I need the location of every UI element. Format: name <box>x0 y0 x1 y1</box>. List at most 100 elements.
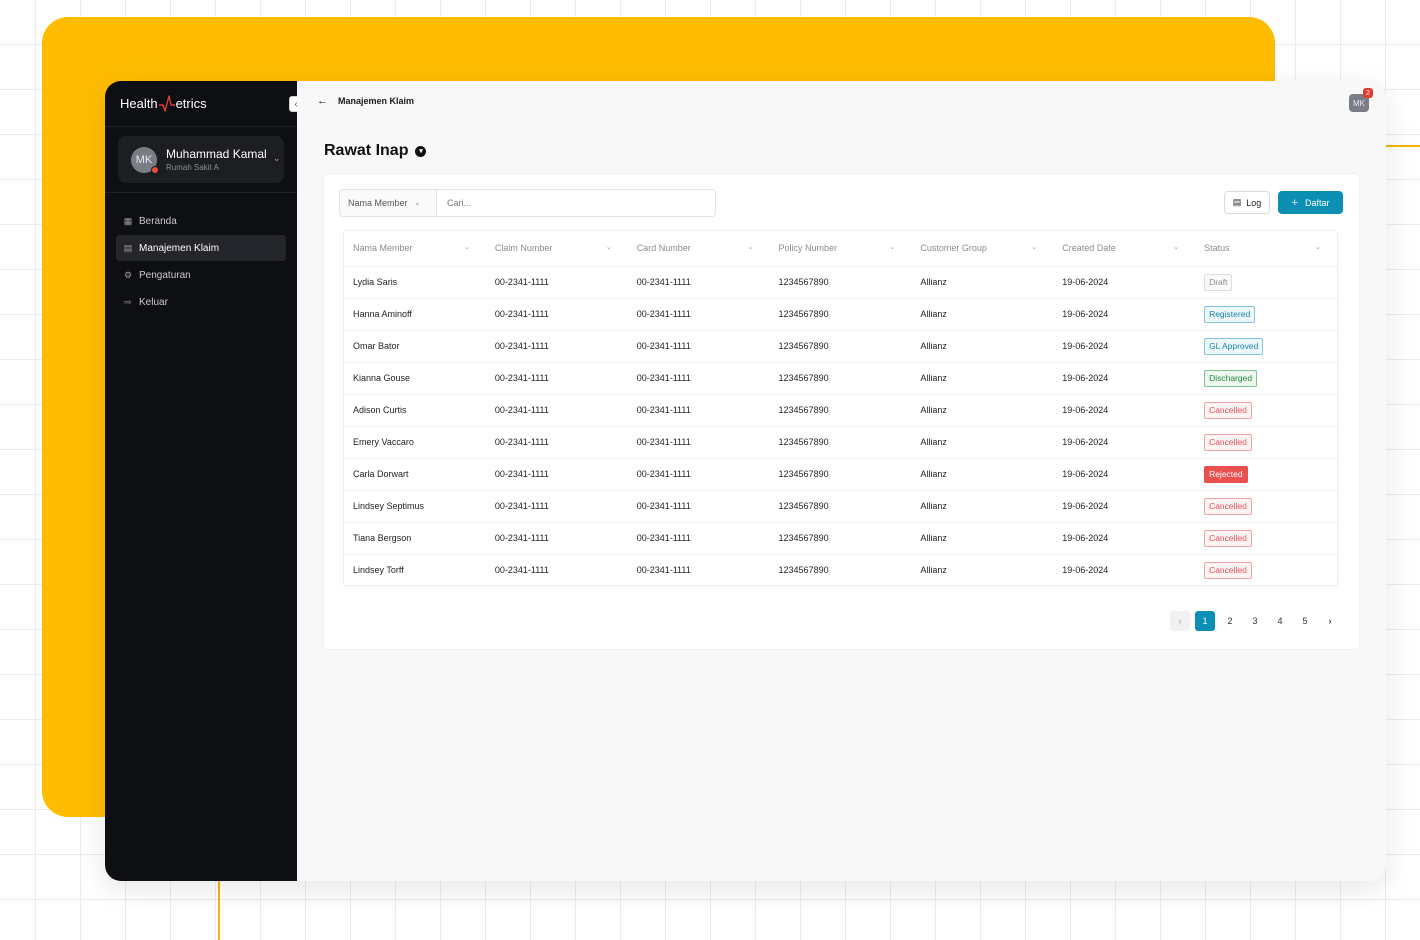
status-badge: Cancelled <box>1204 401 1252 419</box>
table-row[interactable]: Adison Curtis 00-2341-1111 00-2341-1111 123… <box>344 394 1337 427</box>
cell-status: Cancelled <box>1195 490 1337 523</box>
logo-text-prefix: Health <box>120 96 158 111</box>
cell-created-date: 19-06-2024 <box>1053 490 1196 523</box>
cell-card-number: 00-2341-1111 <box>627 330 770 363</box>
status-badge: Registered <box>1204 305 1256 323</box>
sidebar-item-label: Keluar <box>139 296 168 308</box>
table-header-row: Nama Member ⌄ Claim Number ⌄ Card Number ⌄ … <box>344 231 1337 267</box>
cell-status: Cancelled <box>1195 426 1337 459</box>
table-row[interactable]: Kianna Gouse 00-2341-1111 00-2341-1111 1234… <box>344 362 1337 395</box>
avatar-initials: MK <box>1353 98 1365 108</box>
column-header-claim-number[interactable]: Claim Number ⌄ <box>485 231 628 267</box>
page-title[interactable]: Rawat Inap ▾ <box>324 142 427 160</box>
app-logo[interactable]: Health etrics <box>105 81 297 127</box>
column-header-customer-group[interactable]: Customer Group ⌄ <box>911 231 1054 267</box>
gear-icon: ⚙ <box>123 269 133 280</box>
sidebar-item-beranda[interactable]: ▦ Beranda <box>116 208 286 234</box>
cell-card-number: 00-2341-1111 <box>627 426 770 459</box>
cell-claim-number: 00-2341-1111 <box>485 298 628 331</box>
pagination-prev-button[interactable]: ‹ <box>1170 611 1190 631</box>
user-profile-card[interactable]: MK Muhammad Kamal Rumah Sakit A ⌄ <box>118 136 284 183</box>
sidebar-item-manajemen-klaim[interactable]: ▤ Manajemen Klaim <box>116 235 286 261</box>
table-row[interactable]: Lindsey Torff 00-2341-1111 00-2341-1111 123… <box>344 554 1337 585</box>
cell-policy-number: 1234567890 <box>769 362 912 395</box>
search-input[interactable] <box>436 189 716 217</box>
pagination-page-5[interactable]: 5 <box>1295 611 1315 631</box>
filter-field-select[interactable]: Nama Member ⌄ <box>339 189 436 217</box>
cell-card-number: 00-2341-1111 <box>627 458 770 491</box>
header-avatar[interactable]: MK 2 <box>1349 88 1373 112</box>
column-header-status[interactable]: Status ⌄ <box>1195 231 1337 267</box>
table-row[interactable]: Lydia Saris 00-2341-1111 00-2341-1111 12345… <box>344 266 1337 299</box>
cell-card-number: 00-2341-1111 <box>627 362 770 395</box>
logo-text-suffix: etrics <box>175 96 207 111</box>
pagination-page-2[interactable]: 2 <box>1220 611 1240 631</box>
pagination-page-3[interactable]: 3 <box>1245 611 1265 631</box>
grid-icon: ▦ <box>123 215 133 226</box>
cell-card-number: 00-2341-1111 <box>627 266 770 299</box>
column-header-created-date[interactable]: Created Date ⌄ <box>1053 231 1196 267</box>
chevron-down-icon: ⌄ <box>889 244 896 251</box>
table-row[interactable]: Omar Bator 00-2341-1111 00-2341-1111 123456… <box>344 330 1337 363</box>
breadcrumb[interactable]: Manajemen Klaim <box>338 96 414 106</box>
cell-member-name: Lydia Saris <box>344 266 486 299</box>
user-organization: Rumah Sakit A <box>166 163 219 172</box>
status-badge: GL Approved <box>1204 337 1264 355</box>
cell-created-date: 19-06-2024 <box>1053 362 1196 395</box>
cell-claim-number: 00-2341-1111 <box>485 522 628 555</box>
cell-claim-number: 00-2341-1111 <box>485 426 628 459</box>
daftar-button[interactable]: + Daftar <box>1278 191 1343 214</box>
pagination: ‹ 1 2 3 4 5 › <box>1165 611 1340 631</box>
status-badge: Rejected <box>1204 465 1248 483</box>
chevron-down-icon[interactable]: ▾ <box>415 145 427 157</box>
sidebar-item-pengaturan[interactable]: ⚙ Pengaturan <box>116 262 286 288</box>
pagination-page-1[interactable]: 1 <box>1195 611 1215 631</box>
cell-member-name: Omar Bator <box>344 330 486 363</box>
table-row[interactable]: Carla Dorwart 00-2341-1111 00-2341-1111 123… <box>344 458 1337 491</box>
page-title-text: Rawat Inap <box>324 142 409 159</box>
column-header-card-number[interactable]: Card Number ⌄ <box>627 231 770 267</box>
cell-claim-number: 00-2341-1111 <box>485 394 628 427</box>
chevron-down-icon: ⌄ <box>1315 244 1321 251</box>
cell-member-name: Lindsey Septimus <box>344 490 486 523</box>
cell-created-date: 19-06-2024 <box>1053 266 1196 299</box>
chevron-down-icon: ⌄ <box>273 153 281 163</box>
chevron-down-icon: ⌄ <box>605 244 612 251</box>
chevron-down-icon: ⌄ <box>1173 244 1180 251</box>
avatar: MK <box>131 146 159 174</box>
cell-claim-number: 00-2341-1111 <box>485 458 628 491</box>
claims-panel: Nama Member ⌄ ▤ Log + Daftar Nama Member… <box>324 174 1359 649</box>
cell-status: Discharged <box>1195 362 1337 395</box>
table-row[interactable]: Lindsey Septimus 00-2341-1111 00-2341-1111… <box>344 490 1337 523</box>
table-row[interactable]: Hanna Aminoff 00-2341-1111 00-2341-1111 123… <box>344 298 1337 331</box>
cell-member-name: Hanna Aminoff <box>344 298 486 331</box>
status-badge: Cancelled <box>1204 561 1252 579</box>
status-badge: Draft <box>1204 273 1233 291</box>
cell-status: Rejected <box>1195 458 1337 491</box>
column-label: Claim Number <box>494 243 553 254</box>
column-label: Card Number <box>636 243 691 254</box>
pagination-page-4[interactable]: 4 <box>1270 611 1290 631</box>
topbar: ← Manajemen Klaim <box>297 81 1386 121</box>
pagination-next-button[interactable]: › <box>1320 611 1340 631</box>
table-row[interactable]: Emery Vaccaro 00-2341-1111 00-2341-1111 123… <box>344 426 1337 459</box>
sidebar-item-keluar[interactable]: ⇨ Keluar <box>116 289 286 315</box>
sidebar-item-label: Pengaturan <box>139 269 191 281</box>
cell-policy-number: 1234567890 <box>769 266 912 299</box>
cell-created-date: 19-06-2024 <box>1062 565 1109 576</box>
column-header-nama-member[interactable]: Nama Member ⌄ <box>344 231 486 267</box>
column-label: Customer Group <box>920 243 987 254</box>
back-arrow-icon[interactable]: ← <box>317 95 328 107</box>
table-row[interactable]: Tiana Bergson 00-2341-1111 00-2341-1111 123… <box>344 522 1337 555</box>
cell-card-number: 00-2341-1111 <box>627 298 770 331</box>
document-icon: ▤ <box>123 242 133 253</box>
cell-member-name: Adison Curtis <box>344 394 486 427</box>
cell-status: Draft <box>1195 266 1337 299</box>
chevron-down-icon: ⌄ <box>414 200 421 207</box>
cell-member-name: Lindsey Torff <box>353 565 404 576</box>
column-header-policy-number[interactable]: Policy Number ⌄ <box>769 231 912 267</box>
cell-created-date: 19-06-2024 <box>1053 426 1196 459</box>
cell-customer-group: Allianz <box>911 426 1054 459</box>
log-button[interactable]: ▤ Log <box>1224 191 1270 214</box>
cell-status: Cancelled <box>1195 394 1337 427</box>
